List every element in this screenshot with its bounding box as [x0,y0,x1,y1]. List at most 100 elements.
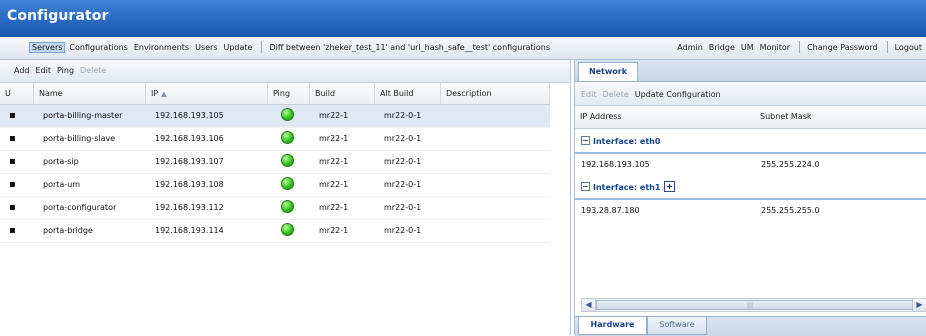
col-header-ip-address[interactable]: IP Address [575,106,622,128]
menu-item-servers[interactable]: Servers [29,41,66,53]
server-build: mr22-1 [319,134,349,143]
collapse-icon[interactable] [581,182,590,191]
server-description [445,105,450,127]
table-row[interactable]: ▪ porta-sip 192.168.193.107 mr22-1 mr22-… [0,151,550,174]
menu-item-monitor[interactable]: Monitor [758,42,792,53]
server-name: porta-configurator [43,203,117,212]
menu-item-admin[interactable]: Admin [675,42,705,53]
col-header-subnet-mask[interactable]: Subnet Mask [755,106,812,128]
menu-item-diff[interactable]: Diff between 'zheker_test_11' and 'url_h… [267,42,552,53]
menu-separator [261,41,263,53]
grip-icon: ||| [747,302,754,309]
menu-separator [886,41,888,53]
server-build: mr22-1 [319,157,349,166]
servers-table-header: U Name IP ▲ Ping Build Alt Build Descript… [0,83,550,105]
collapse-icon[interactable] [581,136,590,145]
col-header-ping[interactable]: Ping [268,83,310,104]
col-header-build[interactable]: Build [310,83,375,104]
tab-network[interactable]: Network [578,62,638,81]
menu-item-update[interactable]: Update [221,42,254,53]
row-status-marker: ▪ [9,202,16,213]
update-configuration-button[interactable]: Update Configuration [635,90,721,99]
row-status-marker: ▪ [9,156,16,167]
server-description [445,174,450,196]
row-status-marker: ▪ [9,179,16,190]
logout-link[interactable]: Logout [893,42,924,53]
col-header-name[interactable]: Name [34,83,146,104]
add-icon[interactable] [664,180,676,192]
server-description [445,197,450,219]
menu-bar: Servers Configurations Environments User… [0,37,926,60]
table-row[interactable]: ▪ porta-bridge 192.168.193.114 mr22-1 mr… [0,220,550,243]
table-row[interactable]: ▪ porta-um 192.168.193.108 mr22-1 mr22-0… [0,174,550,197]
menu-item-um[interactable]: UM [739,42,756,53]
server-alt-build: mr22-0-1 [384,157,422,166]
scroll-left-icon[interactable]: ◀ [582,299,596,311]
network-table-header: IP Address Subnet Mask [575,106,926,129]
edit-network-button[interactable]: Edit [581,90,597,99]
col-header-ip-label: IP [151,89,159,98]
network-tabstrip: Network [575,60,926,82]
col-header-description[interactable]: Description [441,83,550,104]
edit-server-button[interactable]: Edit [36,66,52,75]
servers-panel: Add Edit Ping Delete U Name IP ▲ Ping Bui… [0,60,571,335]
menu-item-configurations[interactable]: Configurations [67,42,129,53]
ping-ok-icon [276,174,294,196]
server-ip: 192.168.193.112 [155,203,224,212]
list-item[interactable]: 193.28.87.180 255.255.255.0 [575,201,926,221]
server-build: mr22-1 [319,111,349,120]
interface-group-eth1[interactable]: Interface: eth1 [575,178,926,200]
interface-ip: 193.28.87.180 [581,206,640,215]
server-ip: 192.168.193.114 [155,226,224,235]
delete-network-button[interactable]: Delete [603,90,629,99]
interface-ip: 192.168.193.105 [581,160,650,169]
interface-group-eth0[interactable]: Interface: eth0 [575,132,926,154]
app-title: Configurator [7,8,109,24]
server-description [445,151,450,173]
server-build: mr22-1 [319,180,349,189]
server-ip: 192.168.193.108 [155,180,224,189]
ping-ok-icon [276,220,294,242]
change-password-link[interactable]: Change Password [805,42,880,53]
server-ip: 192.168.193.107 [155,157,224,166]
server-description [445,128,450,150]
ping-ok-icon [276,105,294,127]
network-toolbar: Edit Delete Update Configuration [575,82,926,106]
ping-ok-icon [276,128,294,150]
col-header-u[interactable]: U [0,83,34,104]
server-alt-build: mr22-0-1 [384,111,422,120]
ping-server-button[interactable]: Ping [57,66,74,75]
server-description [445,220,450,242]
list-item[interactable]: 192.168.193.105 255.255.224.0 [575,155,926,175]
add-server-button[interactable]: Add [14,66,30,75]
menu-separator [799,41,801,53]
col-header-ip[interactable]: IP ▲ [146,83,268,104]
server-name: porta-billing-slave [43,134,116,143]
server-name: porta-bridge [43,226,93,235]
menu-item-users[interactable]: Users [193,42,219,53]
ping-ok-icon [276,151,294,173]
table-row[interactable]: ▪ porta-billing-slave 192.168.193.106 mr… [0,128,550,151]
title-bar: Configurator [0,0,926,37]
table-row[interactable]: ▪ porta-billing-master 192.168.193.105 m… [0,105,550,128]
server-name: porta-um [43,180,81,189]
interface-label: Interface: eth1 [593,183,661,192]
col-header-alt-build[interactable]: Alt Build [375,83,441,104]
delete-server-button[interactable]: Delete [80,66,106,75]
details-tabstrip: Hardware Software [575,316,926,336]
scroll-right-icon[interactable]: ▶ [912,299,926,311]
server-alt-build: mr22-0-1 [384,134,422,143]
server-alt-build: mr22-0-1 [384,226,422,235]
tab-hardware[interactable]: Hardware [578,317,647,335]
server-name: porta-sip [43,157,79,166]
menu-item-environments[interactable]: Environments [132,42,191,53]
interface-label: Interface: eth0 [593,137,661,146]
horizontal-scrollbar[interactable]: ◀ ||| ▶ [581,298,926,312]
menu-item-bridge[interactable]: Bridge [707,42,737,53]
main-menu: Servers Configurations Environments User… [29,41,554,53]
table-row[interactable]: ▪ porta-configurator 192.168.193.112 mr2… [0,197,550,220]
server-name: porta-billing-master [43,111,123,120]
scrollbar-thumb[interactable]: ||| [596,300,914,310]
interface-mask: 255.255.224.0 [761,160,820,169]
tab-software[interactable]: Software [647,317,707,335]
